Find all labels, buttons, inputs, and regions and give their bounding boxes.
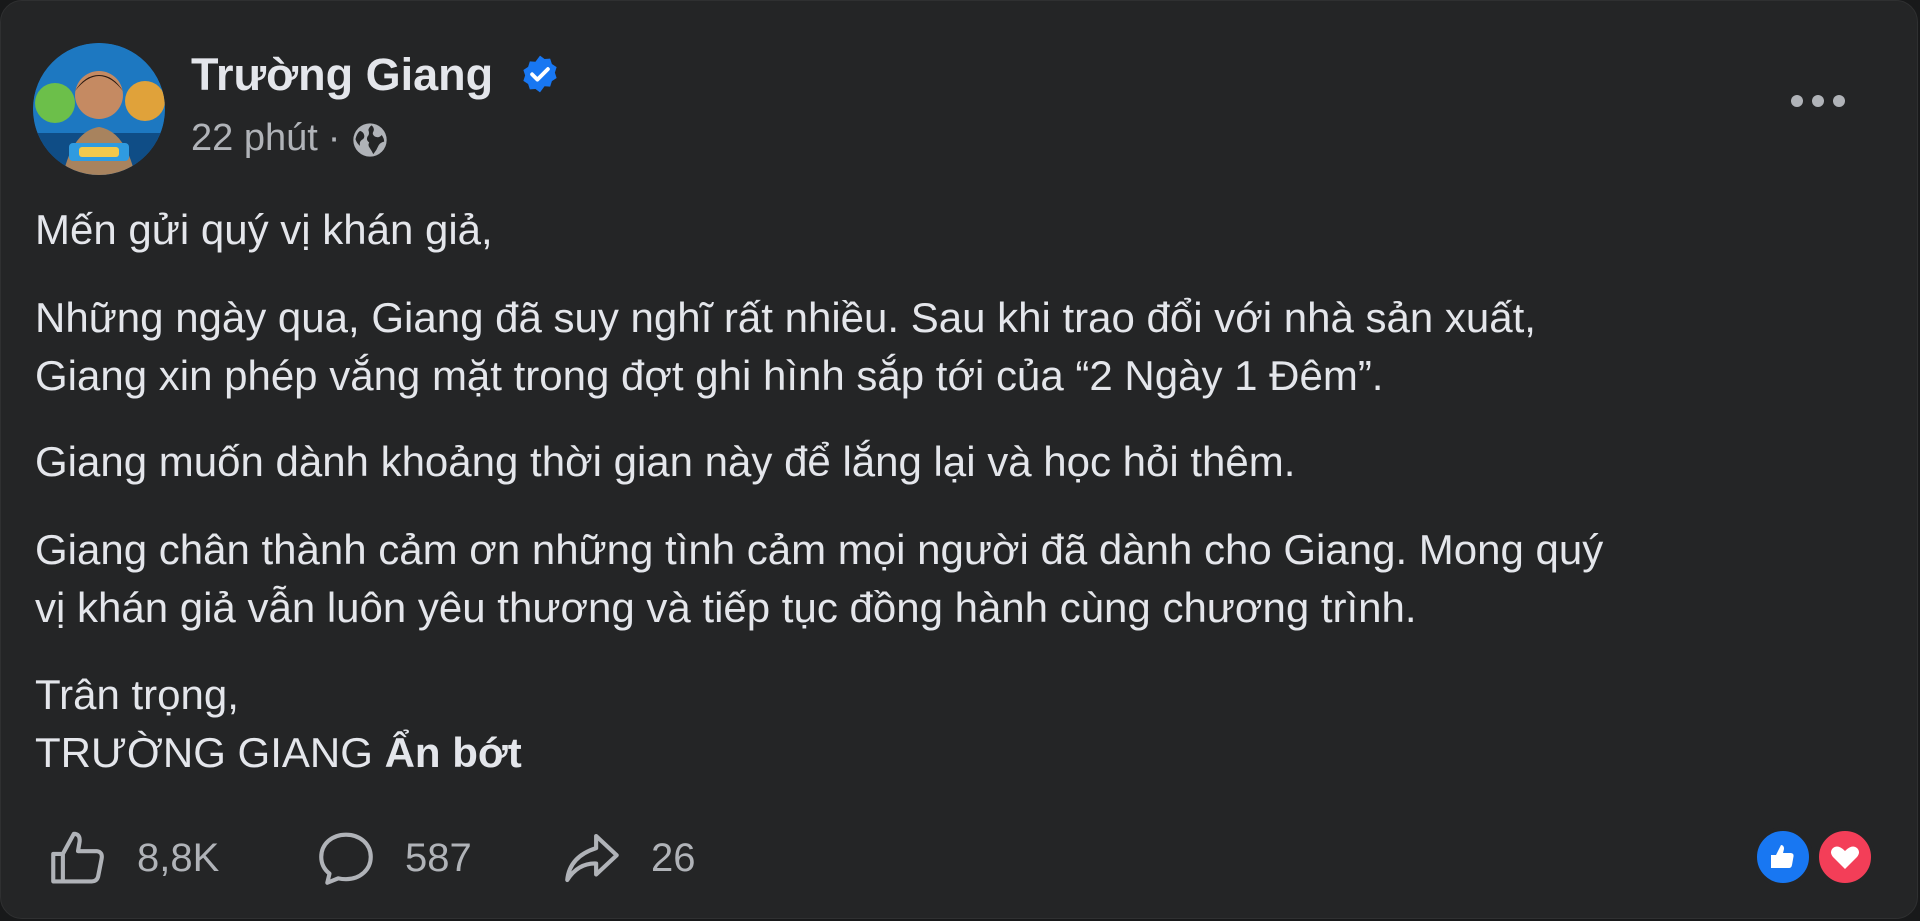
comment-count: 587 [405,835,472,880]
like-count: 8,8K [137,835,220,880]
see-less-link[interactable]: Ẩn bớt [385,729,522,776]
share-arrow-icon [565,833,619,883]
globe-icon[interactable] [350,120,390,160]
post-line: vị khán giả vẫn luôn yêu thương và tiếp … [35,584,1417,631]
more-options-icon[interactable] [1789,89,1847,113]
post-paragraph: Giang chân thành cảm ơn những tình cảm m… [35,521,1603,637]
meta-separator: · [327,116,341,159]
like-button[interactable]: 8,8K [45,825,219,891]
post-signature: TRƯỜNG GIANG [35,729,373,776]
post-line: Những ngày qua, Giang đã suy nghĩ rất nh… [35,294,1536,341]
avatar-image [33,43,165,175]
post-paragraph: Những ngày qua, Giang đã suy nghĩ rất nh… [35,289,1536,405]
share-count: 26 [651,835,696,880]
author-name[interactable]: Trường Giang [191,49,493,101]
reaction-summary[interactable] [1751,825,1875,889]
comment-bubble-icon [319,832,373,885]
post-meta: 22 phút · [191,116,390,160]
share-button[interactable]: 26 [559,825,696,891]
thumbs-up-icon [51,831,104,884]
post-timestamp[interactable]: 22 phút [191,117,318,160]
verified-badge-icon [523,55,557,93]
post-signoff: Trân trọng, TRƯỜNG GIANG Ẩn bớt [35,666,522,782]
post-paragraph: Giang muốn dành khoảng thời gian này để … [35,438,1296,485]
facebook-post-card: Trường Giang 22 phút · Mến gửi quý vị kh… [0,0,1918,919]
post-line: Giang xin phép vắng mặt trong đợt ghi hì… [35,352,1384,399]
post-signature-line: TRƯỜNG GIANG Ẩn bớt [35,724,522,782]
comment-button[interactable]: 587 [313,825,472,891]
post-line: Giang chân thành cảm ơn những tình cảm m… [35,526,1604,573]
post-closing: Trân trọng, [35,671,239,718]
author-avatar[interactable] [33,43,165,175]
post-greeting: Mến gửi quý vị khán giả, [35,206,493,253]
